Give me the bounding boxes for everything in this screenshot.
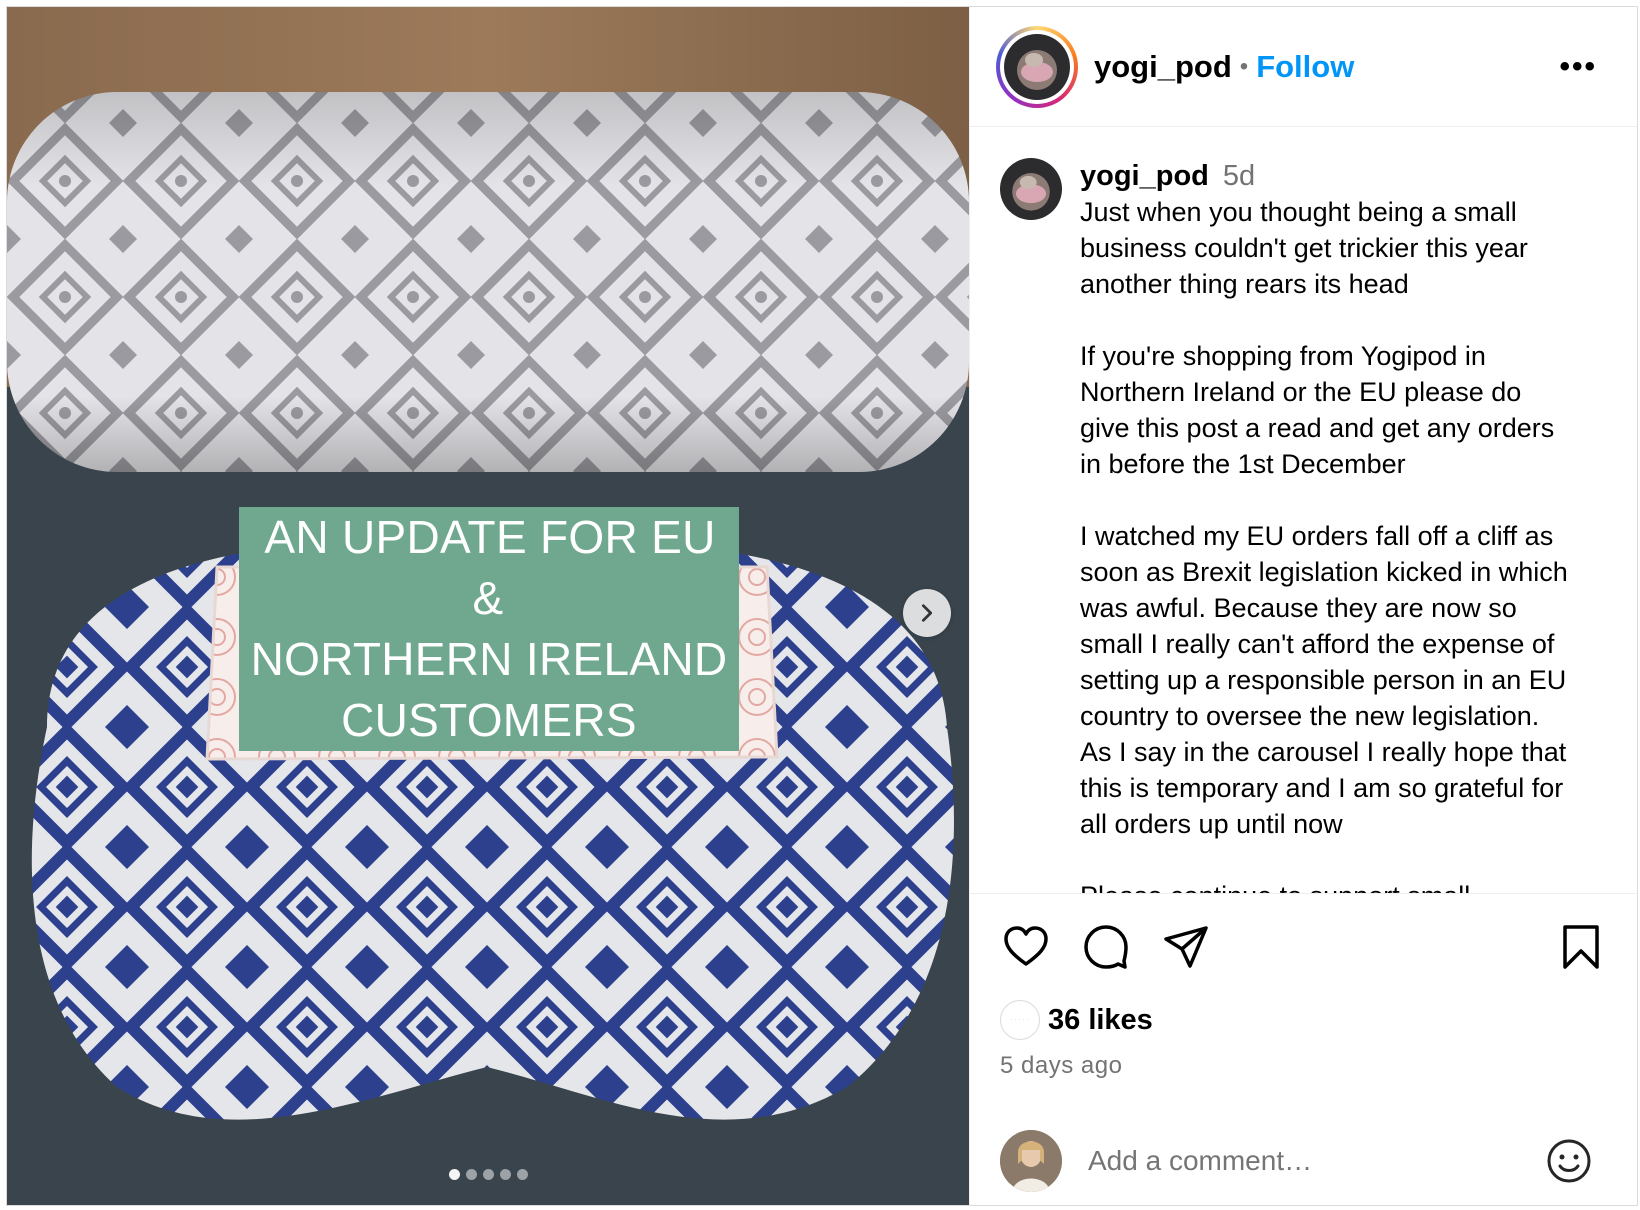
emoji-icon[interactable] [1545,1137,1593,1185]
carousel-dot [516,1169,528,1180]
caption-line: in before the 1st December [1080,449,1406,479]
engagement-section: · · · · · 36 likes 5 days ago [970,893,1637,1080]
carousel-next-button[interactable] [903,589,951,637]
caption-author-avatar[interactable] [1000,158,1062,220]
carousel-indicator [7,1169,969,1180]
post-time-ago[interactable]: 5 days ago [970,1052,1637,1080]
comment-input[interactable] [1088,1145,1545,1177]
save-button[interactable] [1555,921,1607,973]
header-separator: • [1239,52,1249,80]
post-header: yogi_pod • Follow ••• [970,7,1637,127]
comment-button[interactable] [1080,921,1132,973]
caption-line: Please continue to support small [1080,878,1607,893]
likes-row: · · · · · 36 likes [970,1000,1637,1040]
post-media[interactable]: AN UPDATE FOR EU & NORTHERN IRELAND CUST… [7,7,969,1205]
caption-line: all orders up until now [1080,809,1343,839]
caption-line: I watched my EU orders fall off a cliff … [1080,521,1554,551]
caption-line: As I say in the carousel I really hope t… [1080,737,1567,767]
follow-button[interactable]: Follow [1256,49,1354,85]
caption-username[interactable]: yogi_pod [1080,160,1209,192]
carousel-overlay-caption: AN UPDATE FOR EU & NORTHERN IRELAND CUST… [239,507,739,751]
caption-line: this is temporary and I am so grateful f… [1080,773,1564,803]
caption-line: soon as Brexit legislation kicked in whi… [1080,557,1568,587]
caption-line: was awful. Because they are now so [1080,593,1517,623]
overlay-line: CUSTOMERS [339,694,639,746]
bookmark-icon [1563,925,1599,969]
author-username[interactable]: yogi_pod [1094,49,1232,85]
current-user-avatar [1000,1130,1062,1192]
caption-line: small I really can't afford the expense … [1080,629,1555,659]
more-options-icon: ••• [1559,49,1597,83]
heart-icon [1004,926,1048,966]
carousel-dot [482,1169,494,1180]
comment-icon [1084,925,1128,969]
caption-line: Just when you thought being a small [1080,197,1517,227]
carousel-dot [465,1169,477,1180]
post-side-panel: yogi_pod • Follow ••• yogi_pod 5d Just w… [969,7,1637,1205]
caption-paragraph: I watched my EU orders fall off a cliff … [1080,518,1607,842]
likes-count[interactable]: 36 likes [1048,1004,1153,1037]
chevron-right-icon [921,604,933,622]
caption-paragraph: Just when you thought being a small busi… [1080,194,1607,302]
overlay-line: NORTHERN IRELAND [248,633,730,685]
share-icon [1164,926,1208,968]
caption-paragraph: If you're shopping from Yogipod in North… [1080,338,1607,482]
author-avatar-ring[interactable] [996,25,1078,108]
share-button[interactable] [1160,921,1212,973]
author-avatar [1004,33,1070,100]
caption-line: setting up a responsible person in an EU [1080,665,1567,695]
caption-timestamp[interactable]: 5d [1223,160,1255,192]
action-bar [970,894,1637,1000]
caption-line: country to oversee the new legislation. [1080,701,1540,731]
caption-line: another thing rears its head [1080,269,1409,299]
post-dialog: AN UPDATE FOR EU & NORTHERN IRELAND CUST… [6,6,1638,1206]
caption-paragraph: Please continue to support small [1080,878,1607,893]
caption-line: If you're shopping from Yogipod in [1080,341,1486,371]
comment-box [970,1117,1637,1205]
caption-section: yogi_pod 5d Just when you thought being a… [970,128,1637,893]
caption-line: business couldn't get trickier this year [1080,233,1528,263]
more-options-button[interactable]: ••• [1559,50,1597,84]
like-button[interactable] [1000,921,1052,973]
carousel-dot [499,1169,511,1180]
liker-avatar[interactable]: · · · · · [1000,1000,1040,1040]
caption-line: give this post a read and get any orders [1080,413,1555,443]
overlay-line: AN UPDATE FOR EU & [262,511,716,624]
carousel-dot [448,1169,460,1180]
caption-line: Northern Ireland or the EU please do [1080,377,1522,407]
